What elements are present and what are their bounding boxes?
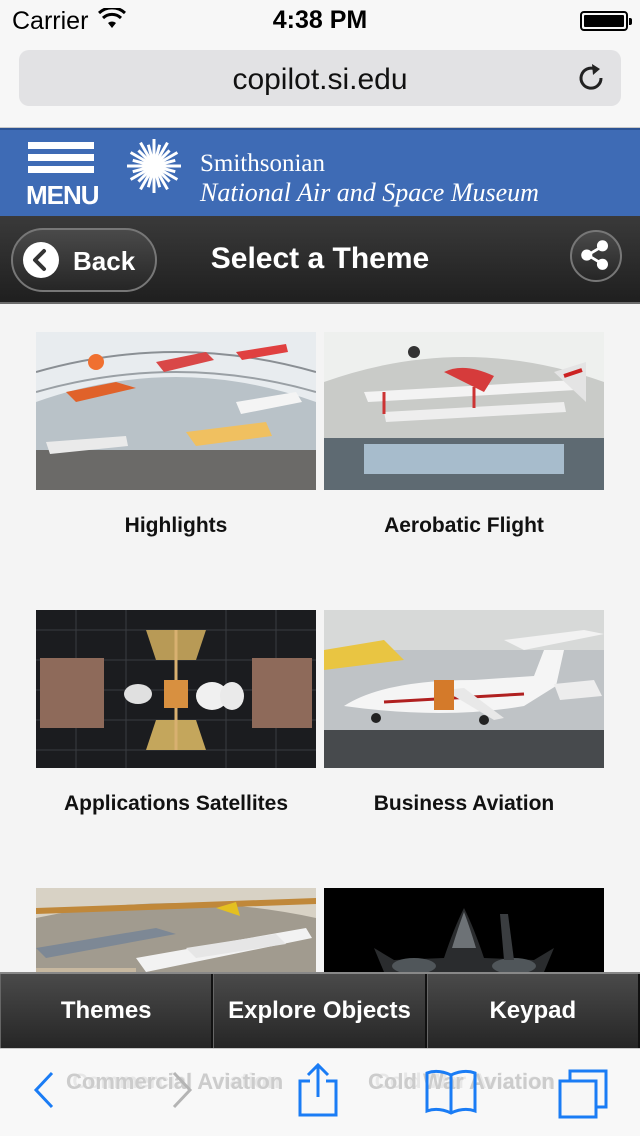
tab-keypad[interactable]: Keypad <box>426 974 640 1048</box>
reload-icon[interactable] <box>575 62 607 94</box>
theme-tile-aerobatic-flight[interactable]: Aerobatic Flight <box>324 332 604 538</box>
bookmarks-icon[interactable] <box>424 1067 478 1115</box>
tab-explore-objects[interactable]: Explore Objects <box>213 974 427 1048</box>
theme-thumbnail <box>324 332 604 490</box>
share-sheet-icon[interactable] <box>296 1063 340 1119</box>
brand-name: Smithsonian <box>200 150 326 177</box>
site-header: MENU Smithsonian National Air and Space … <box>0 128 640 216</box>
tab-themes[interactable]: Themes <box>0 974 214 1048</box>
tabs-icon[interactable] <box>556 1067 610 1121</box>
hamburger-bar <box>28 154 94 161</box>
nav-bar: Back Select a Theme <box>0 216 640 304</box>
url-text: copilot.si.edu <box>232 63 408 96</box>
screen: Carrier 4:38 PM copilot.si.edu MENU Smit… <box>0 0 640 1136</box>
browser-toolbar: Commercial Aviation Cold War Aviation <box>0 1048 640 1136</box>
hamburger-bar <box>28 166 94 173</box>
share-icon <box>581 240 608 270</box>
battery-icon <box>580 11 632 31</box>
theme-label: Business Aviation <box>373 792 555 815</box>
theme-thumbnail <box>36 332 316 490</box>
browser-forward-icon[interactable] <box>168 1067 198 1113</box>
menu-button[interactable]: MENU <box>26 140 100 210</box>
browser-address-area: copilot.si.edu <box>0 40 640 128</box>
browser-back-icon[interactable] <box>28 1067 58 1113</box>
url-field[interactable]: copilot.si.edu <box>19 50 621 106</box>
theme-label: Applications Satellites <box>63 792 289 815</box>
clock: 4:38 PM <box>272 6 368 34</box>
theme-tile-applications-satellites[interactable]: Applications Satellites <box>36 610 316 816</box>
bottom-tab-bar: Themes Explore Objects Keypad <box>0 972 640 1048</box>
theme-label: Aerobatic Flight <box>384 514 544 537</box>
theme-thumbnail <box>36 610 316 768</box>
share-button[interactable] <box>570 230 622 282</box>
status-bar: Carrier 4:38 PM <box>0 0 640 40</box>
page-title: Select a Theme <box>210 242 430 275</box>
museum-name: National Air and Space Museum <box>200 178 539 207</box>
theme-tile-business-aviation[interactable]: Business Aviation <box>324 610 604 816</box>
theme-tile-highlights[interactable]: Highlights <box>36 332 316 538</box>
hamburger-bar <box>28 142 94 149</box>
menu-label: MENU <box>26 180 100 210</box>
theme-thumbnail <box>324 610 604 768</box>
theme-label: Highlights <box>124 514 228 537</box>
smithsonian-sunburst-logo <box>127 139 181 193</box>
